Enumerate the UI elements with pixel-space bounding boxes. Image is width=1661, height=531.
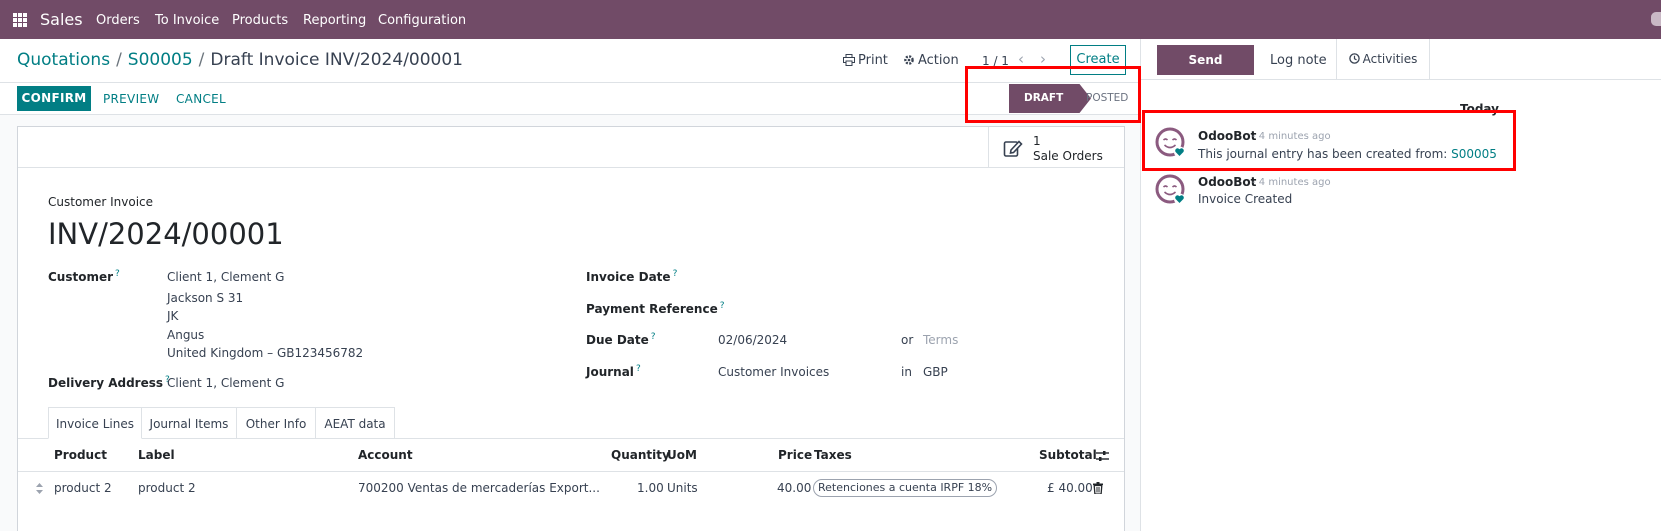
in-label: in [901,365,912,379]
column-quantity[interactable]: Quantity [611,448,670,462]
delivery-address-label: Delivery Address? [48,375,170,390]
customer-name[interactable]: Client 1, Clement G [167,270,284,284]
help-icon[interactable]: ? [115,269,120,279]
due-date-field[interactable]: 02/06/2024 [718,333,787,347]
payment-terms-field[interactable]: Terms [923,333,958,347]
sale-orders-smart-button[interactable]: 1 Sale Orders [988,127,1125,168]
print-button[interactable]: Print [843,53,888,68]
currency-field[interactable]: GBP [923,365,948,379]
highlight-box-message [1142,110,1516,171]
menu-to-invoice[interactable]: To Invoice [155,13,219,28]
message-author[interactable]: OdooBot [1198,175,1256,189]
drag-handle-icon[interactable] [36,483,43,494]
invoice-number: INV/2024/00001 [48,217,284,251]
column-taxes[interactable]: Taxes [814,448,852,462]
confirm-button[interactable]: CONFIRM [17,86,91,111]
column-label[interactable]: Label [138,448,175,462]
debug-icon[interactable] [1651,12,1661,26]
column-uom[interactable]: UoM [667,448,697,462]
breadcrumb-current: Draft Invoice INV/2024/00001 [210,50,463,70]
activities-button[interactable]: Activities [1336,39,1430,79]
line-account[interactable]: 700200 Ventas de mercaderías Export... [358,481,600,495]
gear-icon [904,55,914,65]
optional-columns-icon[interactable] [1096,450,1109,462]
chatter-topbar-divider [1140,79,1661,80]
journal-field[interactable]: Customer Invoices [718,365,829,379]
apps-grid-icon[interactable] [13,13,27,27]
or-label: or [901,333,914,347]
tab-invoice-lines[interactable]: Invoice Lines [48,407,142,439]
column-price[interactable]: Price [778,448,812,462]
tab-aeat-data[interactable]: AEAT data [315,407,395,439]
top-navbar: Sales Orders To Invoice Products Reporti… [0,0,1661,39]
trash-icon[interactable] [1093,482,1103,494]
pencil-square-icon [1003,140,1023,157]
help-icon[interactable]: ? [651,332,656,342]
customer-country-vat: United Kingdom – GB123456782 [167,346,364,360]
sale-orders-label: Sale Orders [1033,149,1103,163]
cancel-button[interactable]: CANCEL [176,92,226,106]
preview-button[interactable]: PREVIEW [103,92,159,106]
menu-orders[interactable]: Orders [96,13,140,28]
line-product[interactable]: product 2 [54,481,112,495]
form-sheet: 1 Sale Orders Customer Invoice INV/2024/… [17,126,1125,531]
breadcrumb: Quotations / S00005/Draft Invoice INV/2024… [17,50,463,70]
line-tax-badge[interactable]: Retenciones a cuenta IRPF 18% [813,479,998,497]
print-icon [843,54,855,66]
due-date-label: Due Date? [586,332,656,347]
button-box: 1 Sale Orders [18,127,1124,168]
action-label: Action [918,53,959,68]
highlight-box-status [965,66,1141,123]
customer-label: Customer? [48,269,120,284]
document-type: Customer Invoice [48,195,154,209]
log-note-button[interactable]: Log note [1270,53,1327,68]
customer-line3: JK [167,309,179,323]
customer-city: Angus [167,328,205,342]
help-icon[interactable]: ? [636,364,641,374]
breadcrumb-sale-order[interactable]: S00005 [128,50,193,70]
line-label[interactable]: product 2 [138,481,196,495]
invoice-date-label: Invoice Date? [586,269,678,284]
table-header-divider [18,471,1124,472]
breadcrumb-separator: / [116,50,122,70]
app-name[interactable]: Sales [40,10,83,29]
clock-icon [1348,53,1360,64]
message-time: - 4 minutes ago [1252,177,1331,188]
delivery-address-value[interactable]: Client 1, Clement G [167,376,284,390]
line-subtotal: £ 40.00 [1047,481,1093,495]
breadcrumb-quotations[interactable]: Quotations [17,50,110,70]
message-body: Invoice Created [1198,192,1293,206]
action-button[interactable]: Action [903,53,959,68]
breadcrumb-separator: / [198,50,205,70]
column-subtotal[interactable]: Subtotal [1039,448,1097,462]
help-icon[interactable]: ? [673,269,678,279]
sale-orders-count: 1 [1033,134,1041,148]
activities-label: Activities [1362,52,1418,66]
help-icon[interactable]: ? [720,301,725,311]
column-product[interactable]: Product [54,448,107,462]
send-message-button[interactable]: Send message [1157,45,1254,97]
column-account[interactable]: Account [358,448,413,462]
menu-reporting[interactable]: Reporting [303,13,366,28]
journal-label: Journal? [586,364,641,379]
line-uom[interactable]: Units [667,481,698,495]
line-price[interactable]: 40.00 [777,481,811,495]
tab-other-info[interactable]: Other Info [236,407,316,439]
line-quantity[interactable]: 1.00 [637,481,664,495]
print-label: Print [858,53,888,68]
customer-street: Jackson S 31 [167,291,244,305]
tab-journal-items[interactable]: Journal Items [141,407,237,439]
menu-products[interactable]: Products [232,13,288,28]
odoobot-avatar[interactable] [1155,174,1185,204]
menu-configuration[interactable]: Configuration [378,13,466,28]
payment-reference-label: Payment Reference? [586,301,725,316]
